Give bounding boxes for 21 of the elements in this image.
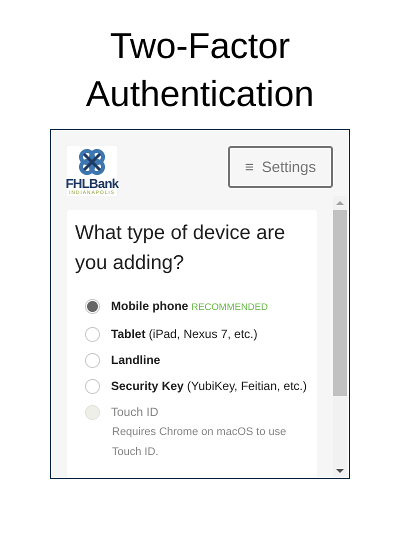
option-label: Landline (111, 353, 160, 367)
scrollbar[interactable] (333, 196, 347, 478)
menu-icon: ≡ (245, 158, 254, 176)
radio-button[interactable] (85, 379, 100, 394)
scroll-up-icon[interactable] (336, 201, 344, 205)
radio-button[interactable] (85, 299, 100, 314)
scrollbar-thumb[interactable] (333, 210, 347, 396)
question-heading: What type of device are you adding? (75, 221, 286, 276)
option-label: Tablet (iPad, Nexus 7, etc.) (111, 327, 258, 341)
recommended-tag: RECOMMENDED (191, 302, 268, 313)
radio-button[interactable] (85, 353, 100, 368)
settings-button[interactable]: ≡ Settings (228, 146, 333, 188)
radio-button[interactable] (85, 327, 100, 342)
option-label: Touch ID (111, 405, 158, 419)
knot-icon (78, 148, 106, 176)
option-note: Requires Chrome on macOS to use Touch ID. (112, 425, 288, 460)
logo-name: FHLBank (66, 177, 118, 190)
page-title: Two-Factor Authentication (84, 24, 316, 116)
option-label: Mobile phone (111, 299, 188, 313)
scroll-down-icon[interactable] (336, 469, 344, 473)
option-label: Security Key (YubiKey, Feitian, etc.) (111, 379, 307, 393)
